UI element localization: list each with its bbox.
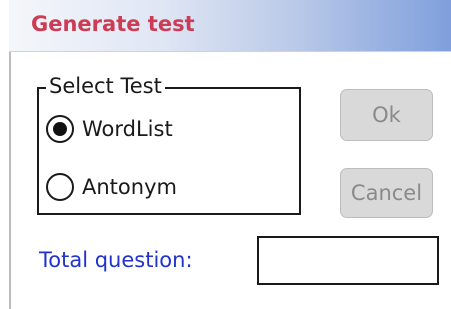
radio-selected-dot xyxy=(53,122,67,136)
total-question-input[interactable] xyxy=(257,236,439,285)
radio-button-wordlist[interactable] xyxy=(46,115,74,143)
dialog-titlebar: Generate test xyxy=(9,0,451,52)
radio-button-antonym[interactable] xyxy=(46,173,74,201)
radio-label-antonym: Antonym xyxy=(82,175,177,199)
cancel-button[interactable]: Cancel xyxy=(340,168,433,218)
radio-option-wordlist[interactable]: WordList xyxy=(46,112,173,146)
dialog-left-border xyxy=(9,52,11,309)
dialog-title: Generate test xyxy=(31,12,195,36)
radio-option-antonym[interactable]: Antonym xyxy=(46,170,177,204)
radio-label-wordlist: WordList xyxy=(82,117,173,141)
ok-button[interactable]: Ok xyxy=(340,89,433,141)
total-question-label: Total question: xyxy=(39,248,193,272)
select-test-legend: Select Test xyxy=(46,74,165,99)
